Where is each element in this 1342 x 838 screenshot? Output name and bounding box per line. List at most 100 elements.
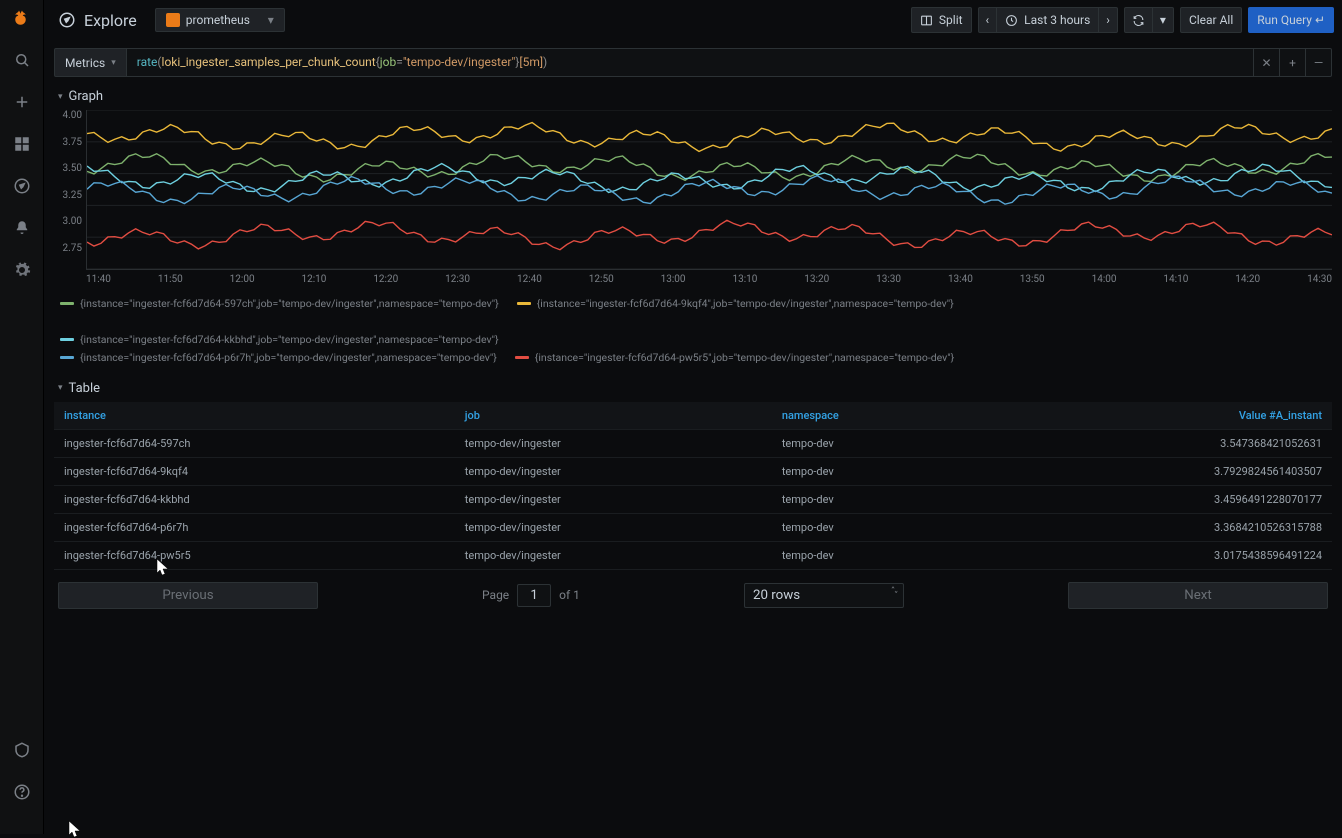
chevron-down-icon: ▾ (111, 58, 116, 68)
refresh-interval-button[interactable]: ▾ (1153, 7, 1174, 33)
xtick: 12:50 (589, 274, 614, 285)
table-section-toggle[interactable]: ▾ Table (58, 381, 1332, 396)
xtick: 11:50 (158, 274, 183, 285)
caret-down-icon: ▾ (58, 92, 63, 102)
table-row[interactable]: ingester-fcf6d7d64-p6r7htempo-dev/ingest… (54, 513, 1332, 541)
table-cell: ingester-fcf6d7d64-9kqf4 (54, 457, 455, 485)
table-cell: tempo-dev (772, 541, 982, 569)
xtick: 14:10 (1163, 274, 1188, 285)
refresh-button[interactable] (1124, 7, 1153, 33)
xtick: 14:30 (1307, 274, 1332, 285)
legend-swatch (515, 356, 529, 359)
search-icon[interactable] (12, 50, 32, 70)
legend-item[interactable]: {instance="ingester-fcf6d7d64-p6r7h",job… (60, 349, 497, 367)
ytick: 2.75 (63, 243, 83, 254)
refresh-group: ▾ (1124, 7, 1174, 33)
ytick: 3.75 (63, 137, 83, 148)
table-header[interactable]: Value #A_instant (982, 402, 1332, 430)
time-range-button[interactable]: Last 3 hours (997, 7, 1099, 33)
compass-icon (58, 11, 76, 29)
xtick: 12:10 (301, 274, 326, 285)
time-range-label: Last 3 hours (1024, 13, 1090, 27)
xtick: 13:10 (732, 274, 757, 285)
help-icon[interactable] (12, 782, 32, 802)
time-back-button[interactable]: ‹ (978, 7, 998, 33)
legend-swatch (60, 302, 74, 305)
legend-item[interactable]: {instance="ingester-fcf6d7d64-9kqf4",job… (517, 295, 954, 313)
pager-page-input[interactable] (517, 584, 551, 607)
xtick: 12:20 (373, 274, 398, 285)
table-header[interactable]: job (455, 402, 772, 430)
table-cell: tempo-dev (772, 457, 982, 485)
table-cell: ingester-fcf6d7d64-597ch (54, 429, 455, 457)
table-cell: ingester-fcf6d7d64-kkbhd (54, 485, 455, 513)
nav-rail (0, 0, 44, 834)
table-row[interactable]: ingester-fcf6d7d64-kkbhdtempo-dev/ingest… (54, 485, 1332, 513)
legend-item[interactable]: {instance="ingester-fcf6d7d64-597ch",job… (60, 295, 499, 313)
legend-label: {instance="ingester-fcf6d7d64-p6r7h",job… (80, 349, 497, 367)
metrics-browser-button[interactable]: Metrics ▾ (54, 48, 127, 77)
grafana-logo-icon[interactable] (12, 8, 32, 28)
table-header[interactable]: namespace (772, 402, 982, 430)
legend-label: {instance="ingester-fcf6d7d64-597ch",job… (80, 295, 499, 313)
legend-label: {instance="ingester-fcf6d7d64-pw5r5",job… (535, 349, 954, 367)
xtick: 14:00 (1092, 274, 1117, 285)
xtick: 12:00 (230, 274, 255, 285)
time-forward-button[interactable]: › (1099, 7, 1118, 33)
table-row[interactable]: ingester-fcf6d7d64-9kqf4tempo-dev/ingest… (54, 457, 1332, 485)
pager-next-button[interactable]: Next (1068, 582, 1328, 609)
dashboards-icon[interactable] (12, 134, 32, 154)
xtick: 13:50 (1020, 274, 1045, 285)
explore-nav-icon[interactable] (12, 176, 32, 196)
query-actions: ✕ + — (1254, 48, 1332, 77)
pager-prev-button[interactable]: Previous (58, 582, 318, 609)
table-header[interactable]: instance (54, 402, 455, 430)
prometheus-icon (166, 13, 180, 27)
table-cell: tempo-dev/ingester (455, 541, 772, 569)
datasource-picker[interactable]: prometheus ▾ (155, 8, 285, 32)
table-cell: 3.7929824561403507 (982, 457, 1332, 485)
plus-icon[interactable] (12, 92, 32, 112)
legend-swatch (60, 338, 74, 341)
query-row: Metrics ▾ rate(loki_ingester_samples_per… (54, 48, 1332, 77)
table-row[interactable]: ingester-fcf6d7d64-pw5r5tempo-dev/ingest… (54, 541, 1332, 569)
caret-down-icon: ▾ (58, 383, 63, 393)
table-section-title: Table (69, 381, 100, 396)
graph-section-toggle[interactable]: ▾ Graph (58, 89, 1332, 104)
table-cell: tempo-dev/ingester (455, 513, 772, 541)
legend-item[interactable]: {instance="ingester-fcf6d7d64-kkbhd",job… (60, 331, 499, 349)
xtick: 13:00 (661, 274, 686, 285)
run-query-button[interactable]: Run Query ↵ (1248, 7, 1334, 33)
chart-legend: {instance="ingester-fcf6d7d64-597ch",job… (60, 295, 1332, 367)
xtick: 12:40 (517, 274, 542, 285)
table-cell: tempo-dev/ingester (455, 485, 772, 513)
add-query-button[interactable]: + (1280, 48, 1306, 77)
alerting-icon[interactable] (12, 218, 32, 238)
xtick: 14:20 (1235, 274, 1260, 285)
toggle-query-button[interactable]: — (1306, 48, 1332, 77)
legend-item[interactable]: {instance="ingester-fcf6d7d64-pw5r5",job… (515, 349, 954, 367)
page-title: Explore (84, 11, 137, 30)
chevron-down-icon: ▾ (268, 13, 274, 27)
ytick: 3.00 (63, 216, 83, 227)
query-editor[interactable]: rate(loki_ingester_samples_per_chunk_cou… (127, 48, 1254, 77)
chart-plot[interactable] (86, 110, 1332, 270)
config-gear-icon[interactable] (12, 260, 32, 280)
clear-all-button[interactable]: Clear All (1180, 7, 1242, 33)
graph-section-title: Graph (69, 89, 104, 104)
datasource-name: prometheus (186, 13, 250, 27)
time-picker-group: ‹ Last 3 hours › (978, 7, 1118, 33)
xtick: 13:20 (804, 274, 829, 285)
ytick: 3.25 (63, 190, 83, 201)
split-button[interactable]: Split (911, 7, 972, 33)
result-table: instancejobnamespaceValue #A_instant ing… (54, 402, 1332, 570)
legend-swatch (517, 302, 531, 305)
pager-page-label: Page (482, 588, 509, 602)
xtick: 13:30 (876, 274, 901, 285)
pager-rows-select[interactable]: 20 rows (744, 583, 904, 608)
chart-xaxis: 11:4011:5012:0012:1012:2012:3012:4012:50… (86, 272, 1332, 291)
chart[interactable]: 4.003.753.503.253.002.75 (54, 110, 1332, 270)
remove-query-button[interactable]: ✕ (1254, 48, 1280, 77)
table-row[interactable]: ingester-fcf6d7d64-597chtempo-dev/ingest… (54, 429, 1332, 457)
server-admin-icon[interactable] (12, 740, 32, 760)
